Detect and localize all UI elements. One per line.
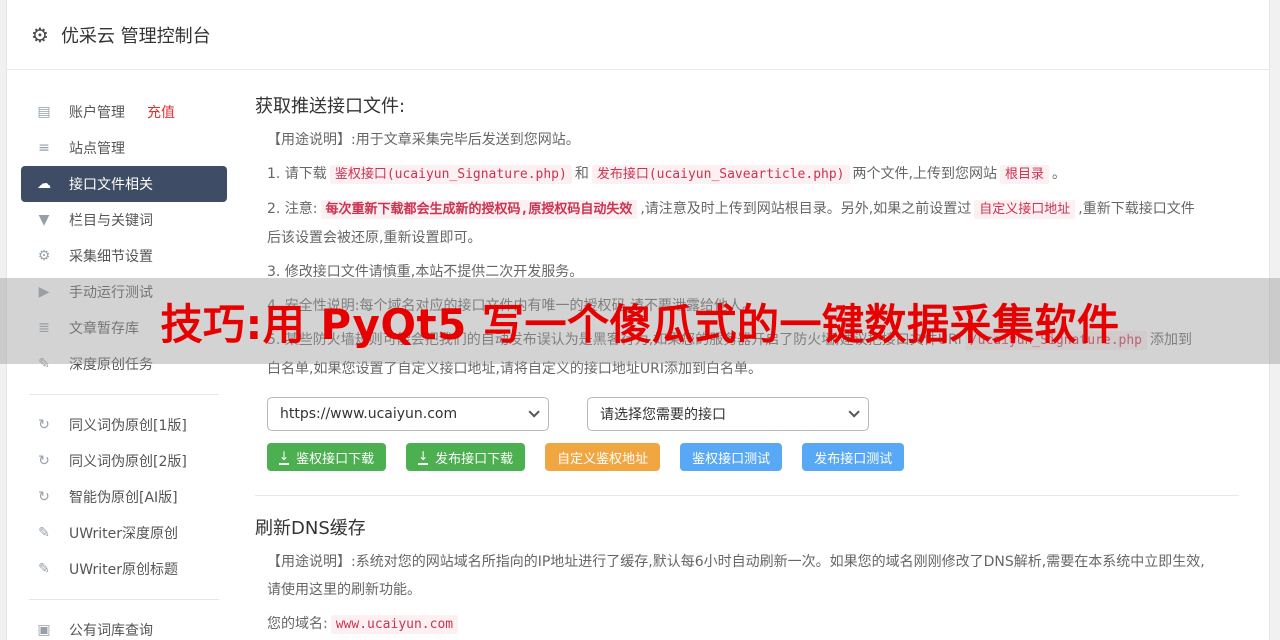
button-label: 自定义鉴权地址 xyxy=(557,451,649,467)
text-segment: 两个文件,上传到您网站 xyxy=(852,166,997,182)
action-button[interactable]: 鉴权接口测试 xyxy=(680,443,783,471)
select-value: 请选择您需要的接口 xyxy=(600,407,726,423)
action-button[interactable]: 自定义鉴权地址 xyxy=(545,443,661,471)
code-chip: 自定义接口地址 xyxy=(974,200,1076,219)
paragraph: 您的域名: www.ucaiyun.com xyxy=(267,610,1205,639)
sidebar-item-label: UWriter原创标题 xyxy=(69,562,178,578)
text-segment: 【用途说明】:系统对您的网站域名所指向的IP地址进行了缓存,默认每6小时自动刷新… xyxy=(267,554,1205,598)
chevron-down-icon xyxy=(848,406,860,418)
book-icon: ▣ xyxy=(37,622,51,638)
dns-info: 【用途说明】:系统对您的网站域名所指向的IP地址进行了缓存,默认每6小时自动刷新… xyxy=(255,548,1205,639)
sidebar-item-label: 站点管理 xyxy=(69,141,125,157)
bar-chart-icon: ▤ xyxy=(37,104,51,120)
filter-icon: ▼ xyxy=(38,212,50,228)
sidebar-item[interactable]: ↻ 智能伪原创[AI版] xyxy=(21,479,227,515)
app-title: 优采云 管理控制台 xyxy=(60,25,211,47)
edit-icon: ✎ xyxy=(38,525,50,541)
watermark-text: 技巧:用 PyQt5 写一个傻瓜式的一键数据采集软件 xyxy=(160,299,1120,349)
divider xyxy=(29,599,219,600)
gears-icon: ⚙ xyxy=(37,248,51,264)
sidebar-item-label: 栏目与关键词 xyxy=(69,213,153,229)
button-label: 发布接口下载 xyxy=(435,451,514,467)
watermark-banner: 技巧:用 PyQt5 写一个傻瓜式的一键数据采集软件 xyxy=(0,278,1280,364)
gear-icon: ⚙ xyxy=(31,22,49,47)
paragraph: 【用途说明】:系统对您的网站域名所指向的IP地址进行了缓存,默认每6小时自动刷新… xyxy=(267,548,1205,604)
site-select[interactable]: https://www.ucaiyun.com xyxy=(267,397,549,431)
cloud-upload-icon: ☁ xyxy=(37,176,51,192)
text-segment: 2. 注意: xyxy=(267,201,318,217)
action-button[interactable]: ↓ 鉴权接口下载 xyxy=(267,443,387,471)
sidebar-item-label: 接口文件相关 xyxy=(69,177,153,193)
text-segment: 和 xyxy=(574,166,589,182)
sidebar-item[interactable]: ↻ 同义词伪原创[2版] xyxy=(21,443,227,479)
code-chip: 每次重新下载都会生成新的授权码,原授权码自动失效 xyxy=(320,200,638,219)
paragraph: 1. 请下载 鉴权接口(ucaiyun_Signature.php) 和发布接口(u… xyxy=(267,160,1205,189)
divider xyxy=(29,394,219,395)
refresh-icon: ↻ xyxy=(38,417,50,433)
sidebar-item[interactable]: ≡ 站点管理 xyxy=(21,130,227,166)
sidebar-item[interactable]: ▣ 公有词库查询 xyxy=(21,612,227,640)
text-segment: 您的域名: xyxy=(267,616,328,632)
action-button[interactable]: ↓ 发布接口下载 xyxy=(406,443,526,471)
sidebar-item-label: 同义词伪原创[2版] xyxy=(69,454,187,470)
text-segment: ,请注意及时上传到网站根目录。另外,如果之前设置过 xyxy=(640,201,972,217)
button-row: ↓ 鉴权接口下载 ↓ 发布接口下载 自定义鉴权地址 鉴权接口测试 发布接口测试 xyxy=(267,443,1205,471)
text-segment: 。 xyxy=(1051,166,1066,182)
sidebar-item-label: 账户管理 xyxy=(69,105,125,121)
recharge-badge[interactable]: 充值 xyxy=(147,102,175,122)
text-segment: 1. 请下载 xyxy=(267,166,327,182)
download-icon: ↓ xyxy=(279,448,290,465)
refresh-icon: ↻ xyxy=(38,453,50,469)
sidebar-item[interactable]: ✎ UWriter深度原创 xyxy=(21,515,227,551)
divider xyxy=(255,495,1239,496)
sidebar-item-label: 公有词库查询 xyxy=(69,623,153,639)
sidebar-item-label: 同义词伪原创[1版] xyxy=(69,418,187,434)
paragraph: 2. 注意: 每次重新下载都会生成新的授权码,原授权码自动失效 ,请注意及时上传到网… xyxy=(267,195,1205,252)
page: ⚙ 优采云 管理控制台 ▤ 账户管理 充值 ≡ 站点管理 ☁ 接口文件相关 ▼ 栏目与关键词 ⚙ 采… xyxy=(0,0,1280,640)
interface-select[interactable]: 请选择您需要的接口 xyxy=(587,397,869,431)
sidebar-item[interactable]: ⚙ 采集细节设置 xyxy=(21,238,227,274)
chevron-down-icon xyxy=(528,406,540,418)
section-title: 获取推送接口文件: xyxy=(255,96,406,117)
code-chip: 根目录 xyxy=(999,165,1049,184)
code-chip: 鉴权接口(ucaiyun_Signature.php) xyxy=(329,165,572,184)
sidebar-item-label: 采集细节设置 xyxy=(69,249,153,265)
button-label: 发布接口测试 xyxy=(814,451,893,467)
action-button[interactable]: 发布接口测试 xyxy=(802,443,905,471)
sidebar-item[interactable]: ✎ UWriter原创标题 xyxy=(21,551,227,587)
sidebar-item[interactable]: ▼ 栏目与关键词 xyxy=(21,202,227,238)
code-chip: 发布接口(ucaiyun_Savearticle.php) xyxy=(591,165,850,184)
sidebar-item[interactable]: ☁ 接口文件相关 xyxy=(21,166,227,202)
sidebar-item[interactable]: ↻ 同义词伪原创[1版] xyxy=(21,407,227,443)
sidebar-item-label: 智能伪原创[AI版] xyxy=(69,490,178,506)
download-icon: ↓ xyxy=(418,448,429,465)
sidebar-item[interactable]: ▤ 账户管理 充值 xyxy=(21,94,227,130)
refresh-icon: ↻ xyxy=(38,489,50,505)
list-icon: ≡ xyxy=(38,140,50,156)
sidebar-item-label: UWriter深度原创 xyxy=(69,526,178,542)
text-segment: 【用途说明】:用于文章采集完毕后发送到您网站。 xyxy=(267,132,580,148)
paragraph: 【用途说明】:用于文章采集完毕后发送到您网站。 xyxy=(267,126,1205,154)
button-label: 鉴权接口下载 xyxy=(296,451,375,467)
button-label: 鉴权接口测试 xyxy=(692,451,771,467)
app-header: ⚙ 优采云 管理控制台 xyxy=(7,0,1269,70)
code-chip: www.ucaiyun.com xyxy=(330,615,459,634)
controls-row: https://www.ucaiyun.com 请选择您需要的接口 xyxy=(267,397,1205,431)
edit-icon: ✎ xyxy=(38,561,50,577)
select-value: https://www.ucaiyun.com xyxy=(280,406,458,422)
section-title: 刷新DNS缓存 xyxy=(255,518,366,539)
